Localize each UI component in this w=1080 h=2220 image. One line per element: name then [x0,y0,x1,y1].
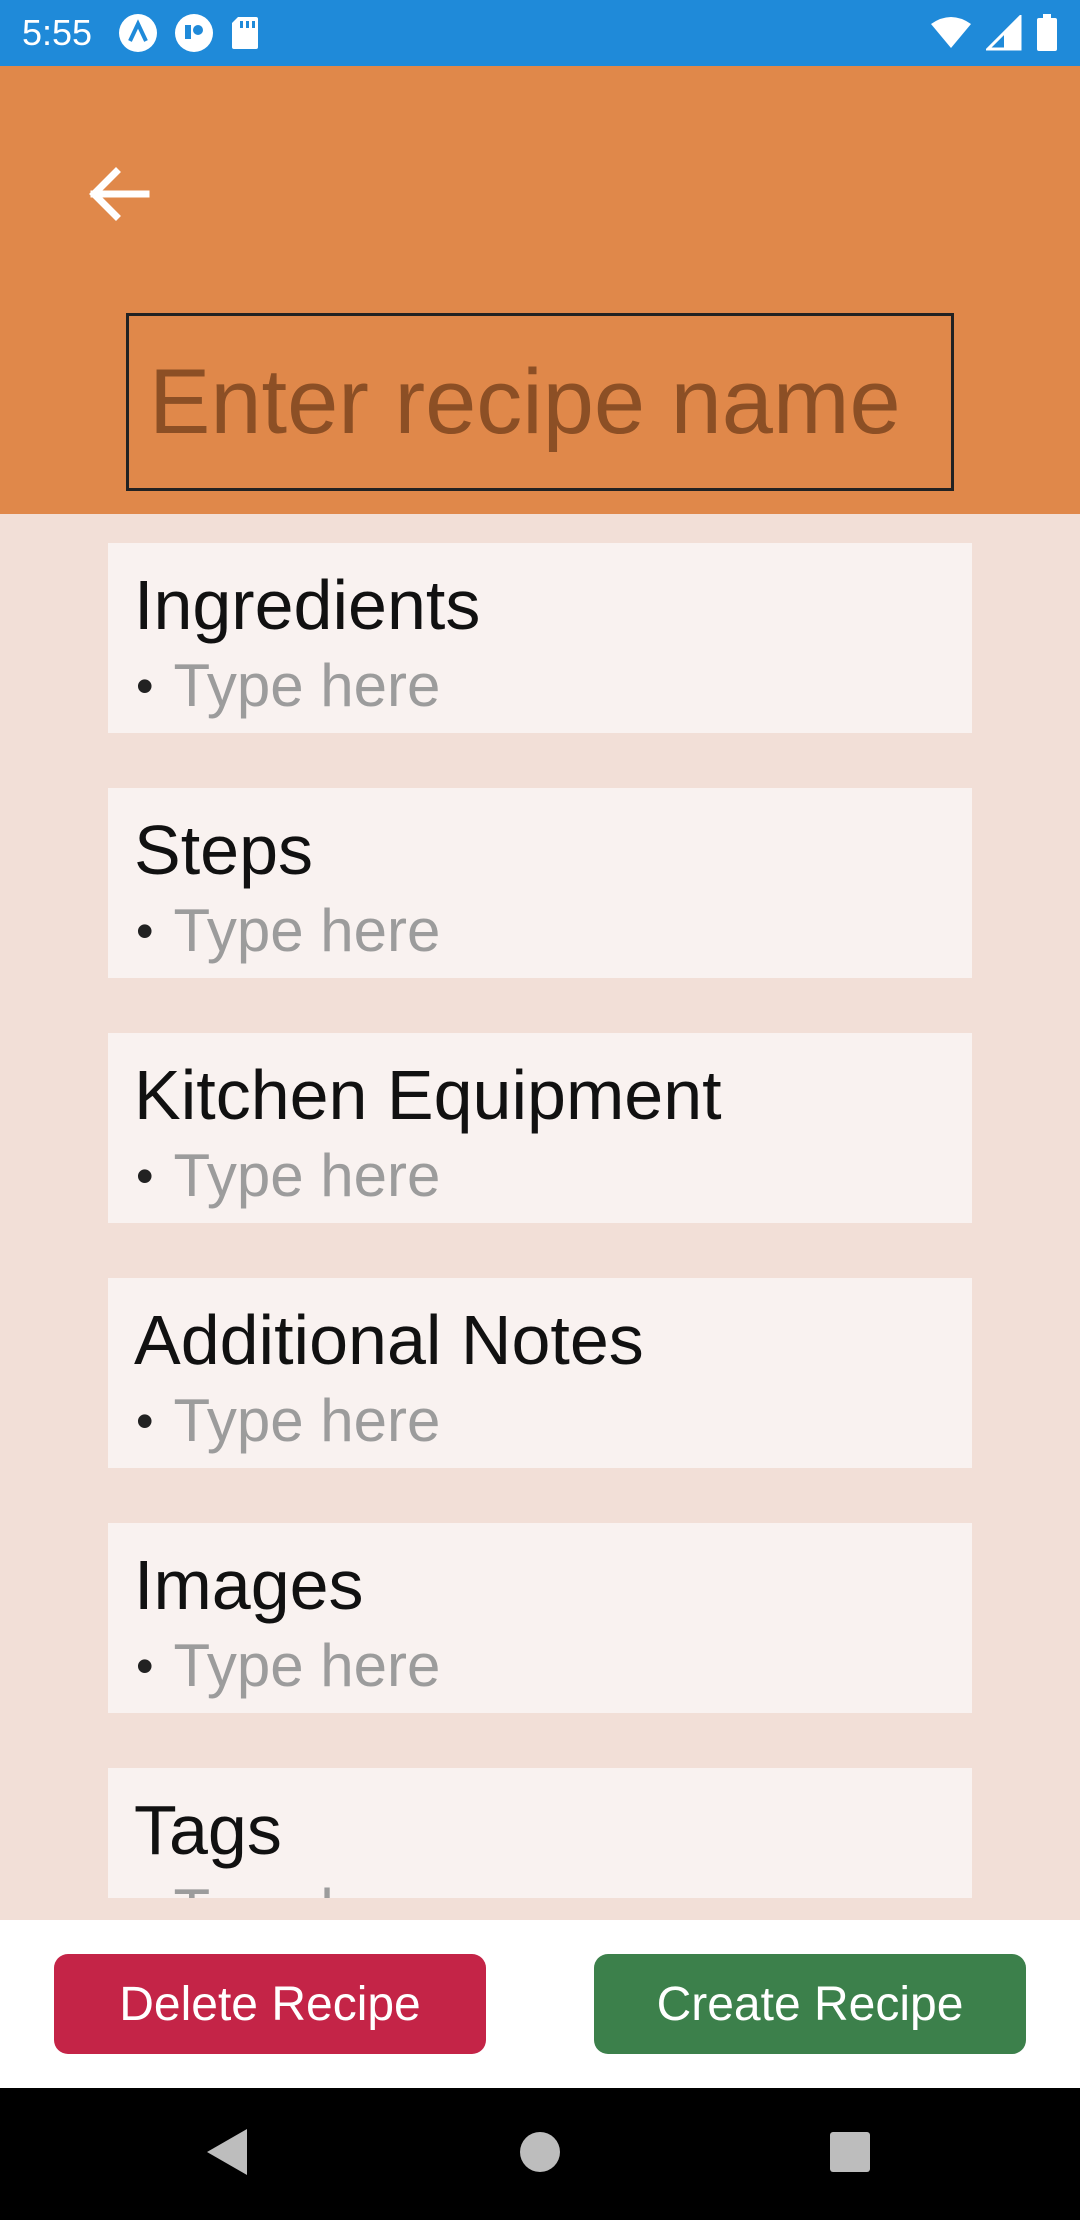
account-icon [174,13,214,53]
section-kitchen-equipment[interactable]: Kitchen Equipment • Type here [108,1033,972,1223]
navigation-bar [0,2088,1080,2220]
recipe-name-input[interactable] [149,349,951,455]
status-icons-left [118,13,260,53]
arrow-back-icon [82,158,154,235]
status-time: 5:55 [22,12,93,53]
autofill-icon [118,13,158,53]
section-input[interactable]: • Type here [134,1139,972,1213]
section-tags[interactable]: Tags • Type here [108,1768,972,1898]
section-input[interactable]: • Type here [134,894,972,968]
section-title: Kitchen Equipment [134,1056,722,1134]
bullet: • [136,1148,154,1204]
bullet: • [136,1393,154,1449]
home-circle-icon [518,2130,562,2179]
section-title: Tags [134,1791,282,1869]
recents-square-icon [828,2130,872,2179]
section-input[interactable]: • Type here [134,1629,972,1703]
back-button[interactable] [70,148,166,244]
section-steps[interactable]: Steps • Type here [108,788,972,978]
battery-icon [1036,14,1058,52]
back-triangle-icon [203,2127,249,2182]
section-images[interactable]: Images • Type here [108,1523,972,1713]
create-recipe-button[interactable]: Create Recipe [594,1954,1026,2054]
bullet: • [136,903,154,959]
section-title: Additional Notes [134,1301,644,1379]
recipe-name-box [126,313,954,491]
section-placeholder: Type here [173,652,441,719]
section-placeholder: Type here [174,1874,441,1898]
sd-card-icon [230,15,260,51]
delete-recipe-button[interactable]: Delete Recipe [54,1954,486,2054]
signal-icon [986,15,1022,51]
section-input[interactable]: • Type here [134,649,972,723]
section-placeholder: Type here [173,1142,441,1209]
app-header [0,66,1080,514]
section-title: Ingredients [134,566,481,644]
nav-back-button[interactable] [166,2088,286,2220]
wifi-icon [930,16,972,50]
section-input[interactable]: • Type here [134,1384,972,1458]
status-bar: 5:55 [0,0,1080,66]
section-additional-notes[interactable]: Additional Notes • Type here [108,1278,972,1468]
section-placeholder: Type here [173,897,441,964]
section-input[interactable]: • Type here [134,1874,972,1898]
bullet: • [136,658,154,714]
bullet: • [136,1638,154,1694]
bottom-action-bar: Delete Recipe Create Recipe [0,1920,1080,2088]
nav-recents-button[interactable] [790,2088,910,2220]
section-ingredients[interactable]: Ingredients • Type here [108,543,972,733]
recipe-sections-list[interactable]: Ingredients • Type here Steps • Type her… [0,514,1080,1920]
section-title: Images [134,1546,364,1624]
status-icons-right [930,14,1058,52]
section-placeholder: Type here [173,1632,441,1699]
section-placeholder: Type here [173,1387,441,1454]
bullet: • [136,1874,154,1898]
section-title: Steps [134,811,313,889]
nav-home-button[interactable] [480,2088,600,2220]
